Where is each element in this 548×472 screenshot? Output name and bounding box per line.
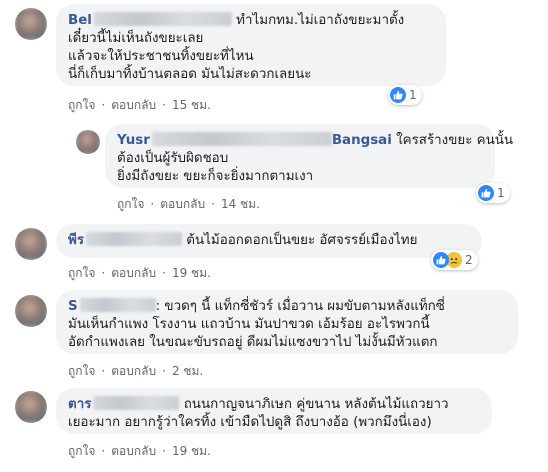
comment-text: : ขวดๆ นี้ แท็กซี่ชัวร์ เมื่อวาน ผมขับตา… [155, 299, 445, 314]
reaction-summary[interactable]: 1 [476, 183, 510, 203]
commenter-name[interactable]: Bel [68, 13, 92, 28]
comment-text: เดี๋ยวนี้ไม่เห็นถังขยะเลย [68, 31, 204, 46]
reply-button[interactable]: ตอบกลับ [111, 362, 156, 381]
timestamp[interactable]: 19 ชม. [172, 442, 211, 461]
comment-bubble: Yusr Bangsai ใครสร้างขยะ คนนั้น ต้องเป็นผ… [105, 124, 513, 188]
comment-actions: ถูกใจ · ตอบกลับ · 14 ชม. [117, 195, 260, 214]
like-icon [478, 185, 494, 201]
reaction-count: 1 [409, 88, 417, 102]
redacted-name [151, 132, 332, 146]
commenter-name-tail[interactable]: Bangsai [332, 133, 392, 148]
comment-text: ยิ่งมีถังขยะ ขยะก็จะยิ่งมากตามเงา [117, 169, 314, 184]
timestamp[interactable]: 19 ชม. [172, 264, 211, 283]
like-button[interactable]: ถูกใจ [68, 442, 95, 461]
comment-actions: ถูกใจ · ตอบกลับ · 2 ชม. [68, 362, 203, 381]
comment-actions: ถูกใจ · ตอบกลับ · 19 ชม. [68, 264, 211, 283]
timestamp[interactable]: 14 ชม. [221, 195, 260, 214]
like-button[interactable]: ถูกใจ [68, 362, 95, 381]
comment-text: นี่ก็เก็บมาทิ้งบ้านตลอด มันไม่สะดวกเลยนะ [68, 67, 312, 82]
avatar[interactable] [15, 295, 47, 327]
comment-text: ต้องเป็นผู้รับผิดชอบ [117, 151, 229, 166]
reaction-summary[interactable]: 2 [431, 250, 478, 270]
like-button[interactable]: ถูกใจ [117, 195, 144, 214]
commenter-name[interactable]: S [68, 299, 78, 314]
timestamp[interactable]: 2 ชม. [172, 362, 203, 381]
redacted-name [86, 232, 183, 246]
redacted-name [93, 12, 232, 26]
comment-actions: ถูกใจ · ตอบกลับ · 19 ชม. [68, 442, 211, 461]
comment-text: ใครสร้างขยะ คนนั้น [396, 133, 514, 148]
comment-bubble: Bel ทำไมกทม.ไม่เอาถังขยะมาตั้ง เดี๋ยวนี้… [56, 4, 446, 86]
comment-bubble: พีร ต้นไม้ออกดอกเป็นขยะ อัศจรรย์เมืองไทย [56, 224, 482, 258]
redacted-name [79, 298, 156, 312]
comment-text: แล้วจะให้ประชาชนทิ้งขยะที่ไหน [68, 49, 254, 64]
reply-button[interactable]: ตอบกลับ [111, 96, 156, 115]
comment-text: มันเห็นกำแพง โรงงาน แถวบ้าน มันปาขวด เอ้… [68, 317, 430, 332]
avatar[interactable] [15, 391, 47, 423]
timestamp[interactable]: 15 ชม. [172, 96, 211, 115]
reply-button[interactable]: ตอบกลับ [111, 264, 156, 283]
comment-bubble: S : ขวดๆ นี้ แท็กซี่ชัวร์ เมื่อวาน ผมขับต… [56, 290, 518, 354]
comment-text: อัดกำแพงเลย ในขณะขับรถอยู่ ดีผมไม่แซงขวา… [68, 335, 438, 350]
comment-text: ทำไมกทม.ไม่เอาถังขยะมาตั้ง [236, 13, 405, 28]
reply-button[interactable]: ตอบกลับ [160, 195, 205, 214]
reaction-count: 1 [497, 186, 505, 200]
comment-bubble: ตาร ถนนกาญจนาภิเษก คู่ขนาน หลังต้นไม้แถว… [56, 388, 492, 434]
comment-text: เยอะมาก อยากรู้ว่าใครทิ้ง เข้ามืดไปดูสิ … [68, 415, 432, 430]
comment-text: ถนนกาญจนาภิเษก คู่ขนาน หลังต้นไม้แถวยาว [183, 397, 449, 412]
commenter-name[interactable]: พีร [68, 233, 84, 248]
like-button[interactable]: ถูกใจ [68, 264, 95, 283]
reaction-count: 2 [465, 253, 473, 267]
comment-actions: ถูกใจ · ตอบกลับ · 15 ชม. [68, 96, 211, 115]
avatar[interactable] [76, 130, 100, 154]
like-icon [390, 87, 406, 103]
like-button[interactable]: ถูกใจ [68, 96, 95, 115]
avatar[interactable] [15, 228, 47, 260]
avatar[interactable] [15, 8, 47, 40]
comment-text: ต้นไม้ออกดอกเป็นขยะ อัศจรรย์เมืองไทย [186, 233, 418, 248]
reply-button[interactable]: ตอบกลับ [111, 442, 156, 461]
reaction-summary[interactable]: 1 [388, 85, 422, 105]
redacted-name [93, 396, 180, 410]
commenter-name[interactable]: ตาร [68, 397, 91, 412]
like-icon [433, 252, 449, 268]
commenter-name[interactable]: Yusr [117, 133, 150, 148]
